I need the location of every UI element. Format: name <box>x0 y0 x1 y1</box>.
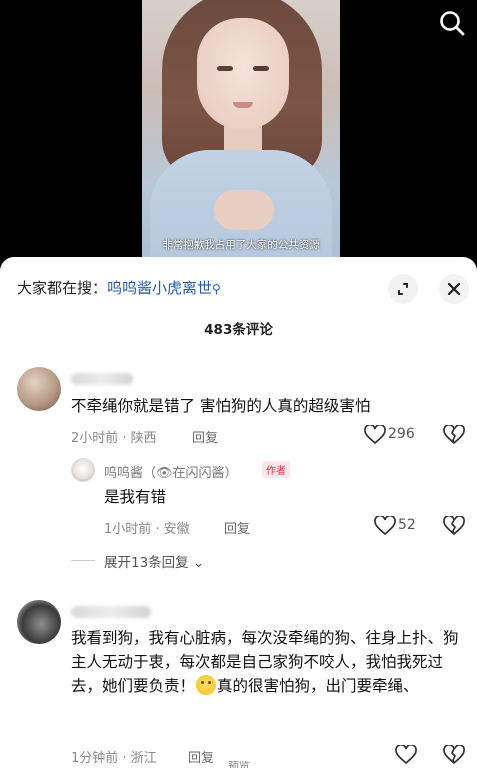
broken-heart-icon[interactable] <box>443 425 465 445</box>
like-count: 52 <box>398 517 416 533</box>
avatar[interactable] <box>17 600 61 644</box>
username-blurred[interactable] <box>71 373 133 385</box>
username-blurred[interactable] <box>71 606 151 618</box>
like-count: 296 <box>388 426 415 442</box>
author-badge: 作者 <box>262 461 290 478</box>
preview-label: 预览 <box>228 760 250 768</box>
smile-emoji-icon <box>196 675 217 695</box>
video-frame <box>142 0 340 262</box>
hot-search-prefix: 大家都在搜： <box>17 279 108 297</box>
broken-heart-icon[interactable] <box>443 516 465 536</box>
expand-replies-button[interactable]: 展开13条回复 ⌄ <box>104 551 204 571</box>
avatar[interactable] <box>17 367 61 411</box>
search-icon[interactable] <box>437 8 467 38</box>
comment-count: 483条评论 <box>204 322 273 338</box>
comment-time-location: 1分钟前 · 浙江 <box>71 751 157 766</box>
hot-search-bar[interactable]: 大家都在搜：呜呜酱小虎离世⚲ <box>17 277 221 298</box>
reply-button[interactable]: 回复 <box>188 747 214 766</box>
eye <box>253 66 269 71</box>
heart-icon[interactable] <box>395 745 417 765</box>
heart-icon[interactable] <box>374 516 396 536</box>
reply-time-location: 1小时前 · 安徽 <box>104 522 190 537</box>
reply-button[interactable]: 回复 <box>192 427 218 446</box>
comment-text: 不牵绳你就是错了 害怕狗的人真的超级害怕 <box>71 397 371 415</box>
comment-text-part: 真的很害怕狗，出门要牵绳、 <box>217 677 419 695</box>
eye <box>217 66 233 71</box>
expand-icon <box>398 283 408 295</box>
video-player[interactable]: 非常抱歉我占用了大家的公共资源 <box>0 0 477 262</box>
reply-text: 是我有错 <box>104 488 167 506</box>
comment-sheet: 大家都在搜：呜呜酱小虎离世⚲ 483条评论 不牵绳你就是错了 害怕狗的人真的超级… <box>0 257 477 768</box>
fullscreen-button[interactable] <box>388 274 418 304</box>
close-icon <box>447 282 461 296</box>
person-hands <box>214 190 274 230</box>
search-icon: ⚲ <box>212 282 221 296</box>
divider <box>71 560 95 561</box>
close-button[interactable] <box>439 274 469 304</box>
mouth <box>233 102 253 108</box>
heart-icon[interactable] <box>364 425 386 445</box>
comment-time-location: 2小时前 · 陕西 <box>71 431 157 446</box>
person-face <box>197 18 289 130</box>
reply-button[interactable]: 回复 <box>224 518 250 537</box>
hot-search-keyword[interactable]: 呜呜酱小虎离世 <box>107 279 212 297</box>
comment-text: 我看到狗，我有心脏病，每次没牵绳的狗、往身上扑、狗主人无动于衷，每次都是自己家狗… <box>71 626 466 698</box>
author-avatar[interactable] <box>71 458 95 482</box>
broken-heart-icon[interactable] <box>443 745 465 765</box>
reply-author-name[interactable]: 呜呜酱（👁在闪闪酱） <box>104 462 238 481</box>
